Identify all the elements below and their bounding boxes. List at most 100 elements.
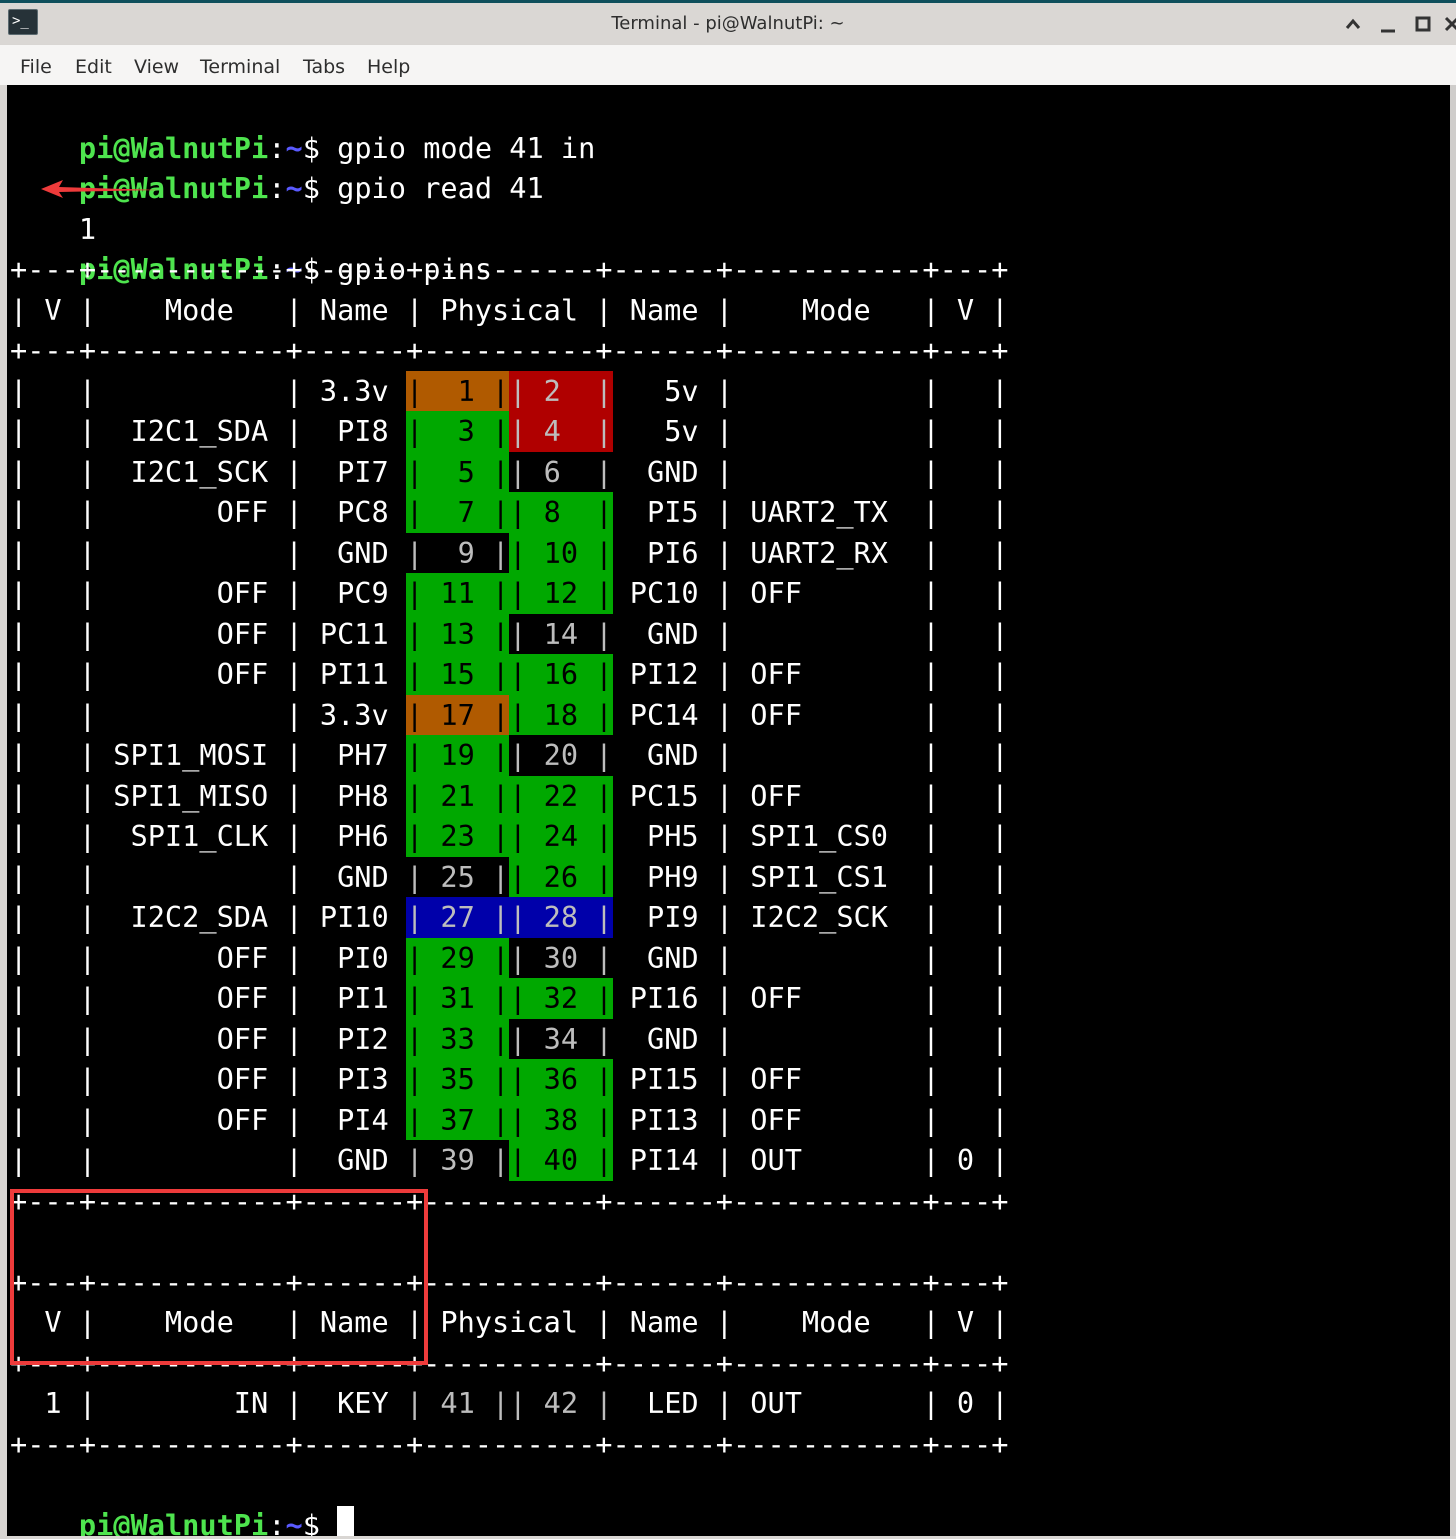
row-right-columns: GND | | | <box>612 738 1009 772</box>
row-left-columns: | | | GND <box>10 859 406 894</box>
row-left-columns: | | SPI1_MISO | PH8 <box>10 778 406 813</box>
row-left-columns: | | | GND <box>10 1143 406 1177</box>
menu-file[interactable]: File <box>20 56 52 78</box>
row-left-columns: | | OFF | PC11 <box>10 616 406 651</box>
row-right-columns: PI6 | UART2_RX | | <box>612 535 1009 570</box>
row-left-columns: | | OFF | PI11 <box>10 657 406 691</box>
menu-bar: File Edit View Terminal Tabs Help <box>0 45 1456 88</box>
shade-button[interactable] <box>1340 11 1366 37</box>
physical-pin-left: | 25 | <box>405 859 510 894</box>
physical-pin-right: | 4 | <box>509 411 613 452</box>
physical-pin-left: | 3 | <box>405 411 510 452</box>
physical-pin-right: | 32 | <box>509 978 613 1019</box>
table-row: | | OFF | PI2 | 33 || 34 | GND | | | <box>10 1018 1009 1059</box>
title-bar[interactable]: >_ Terminal - pi@WalnutPi: ~ <box>0 3 1456 44</box>
row-right-columns: PH9 | SPI1_CS1 | | <box>612 859 1009 894</box>
physical-pin-right: | 24 | <box>509 816 613 857</box>
physical-pin-right: | 22 | <box>509 775 613 816</box>
row-right-columns: PI13 | OFF | | <box>612 1102 1009 1137</box>
minimize-button[interactable] <box>1375 11 1401 37</box>
close-icon <box>1444 16 1456 32</box>
table-border: +---+-----------+------+----------+-----… <box>10 1345 1009 1380</box>
window-title: Terminal - pi@WalnutPi: ~ <box>611 13 845 34</box>
physical-pin-right: | 34 | <box>509 1021 613 1056</box>
physical-pin-right: | 8 | <box>509 492 613 533</box>
physical-pin-right: | 40 | <box>509 1140 613 1181</box>
maximize-button[interactable] <box>1410 11 1436 37</box>
physical-pin-right: | 18 | <box>509 694 613 735</box>
red-arrow-annotation-icon <box>41 180 159 198</box>
physical-pin-left: | 23 | <box>405 816 510 857</box>
menu-help[interactable]: Help <box>367 56 410 78</box>
prompt-colon: : <box>268 1507 286 1537</box>
table-row: | | I2C1_SCK | PI7 | 5 || 6 | GND | | | <box>10 451 1009 492</box>
row-left-columns: | | | GND <box>10 535 406 570</box>
terminal-output[interactable]: pi@WalnutPi:~$ gpio mode 41 in pi@Walnut… <box>7 85 1450 1536</box>
row-left-columns: | | OFF | PI3 <box>10 1062 406 1096</box>
physical-pin-right: | 2 | <box>509 370 613 411</box>
row-left-columns: | | OFF | PI4 <box>10 1102 406 1137</box>
row-right-columns: PI12 | OFF | | <box>612 657 1009 691</box>
maximize-icon <box>1415 16 1431 32</box>
prompt-path: ~ <box>285 171 303 205</box>
menu-terminal[interactable]: Terminal <box>200 56 280 78</box>
physical-pin-right: | 14 | <box>509 616 613 651</box>
physical-pin-right: | 16 | <box>509 654 613 695</box>
table-row: | | I2C2_SDA | PI10 | 27 || 28 | PI9 | I… <box>10 897 1009 938</box>
active-prompt-line[interactable]: pi@WalnutPi:~$ <box>10 1464 355 1536</box>
row-left-columns: | | I2C1_SCK | PI7 <box>10 454 406 489</box>
prompt-colon: : <box>268 171 286 205</box>
physical-pin-left: | 37 | <box>405 1099 510 1140</box>
row-left-columns: | | SPI1_MOSI | PH7 <box>10 738 406 772</box>
close-button[interactable] <box>1442 11 1456 37</box>
table-row: | | OFF | PI4 | 37 || 38 | PI13 | OFF | … <box>10 1099 1009 1140</box>
row-left-columns: | | OFF | PC8 <box>10 495 406 529</box>
table-row: | | OFF | PI1 | 31 || 32 | PI16 | OFF | … <box>10 978 1009 1019</box>
row-right-columns: PI15 | OFF | | <box>612 1062 1009 1096</box>
row-right-columns: 5v | | | <box>612 414 1009 448</box>
physical-pin-left: | 7 | <box>405 492 510 533</box>
physical-pin-left: | 19 | <box>405 735 510 776</box>
physical-pin-left: | 1 | <box>405 370 510 411</box>
prompt-dollar: $ <box>302 171 338 205</box>
row-left-columns: 1 | IN | KEY <box>10 1386 406 1420</box>
row-right-columns: PC14 | OFF | | <box>612 697 1009 732</box>
physical-pin-right: | 12 | <box>509 573 613 614</box>
table-row: | | OFF | PI3 | 35 || 36 | PI15 | OFF | … <box>10 1059 1009 1100</box>
table-row: | | SPI1_CLK | PH6 | 23 || 24 | PH5 | SP… <box>10 816 1009 857</box>
table-row: | | OFF | PI11 | 15 || 16 | PI12 | OFF |… <box>10 654 1009 695</box>
menu-edit[interactable]: Edit <box>75 56 112 78</box>
physical-pin-left: | 31 | <box>405 978 510 1019</box>
physical-pin-right: | 6 | <box>509 454 613 489</box>
physical-pin-left: | 15 | <box>405 654 510 695</box>
row-left-columns: | | SPI1_CLK | PH6 <box>10 819 406 853</box>
menu-tabs[interactable]: Tabs <box>303 56 345 78</box>
row-left-columns: | | OFF | PI0 <box>10 940 406 975</box>
physical-pins: | 41 || 42 | <box>405 1386 613 1420</box>
scrollbar[interactable] <box>1450 85 1456 1536</box>
physical-pin-left: | 35 | <box>405 1059 510 1100</box>
physical-pin-right: | 30 | <box>509 940 613 975</box>
row-right-columns: PH5 | SPI1_CS0 | | <box>612 819 1009 853</box>
physical-pin-right: | 26 | <box>509 856 613 897</box>
table-row: | | SPI1_MOSI | PH7 | 19 || 20 | GND | |… <box>10 735 1009 776</box>
table-border: +---+-----------+------+----------+-----… <box>10 1264 1009 1299</box>
row-right-columns: PI16 | OFF | | <box>612 981 1009 1015</box>
table-row: | | OFF | PC11 | 13 || 14 | GND | | | <box>10 613 1009 654</box>
command-line: pi@WalnutPi:~$ gpio mode 41 in <box>10 87 595 165</box>
physical-pin-right: | 38 | <box>509 1099 613 1140</box>
row-right-columns: PI9 | I2C2_SCK | | <box>612 900 1009 934</box>
physical-pin-left: | 13 | <box>405 613 510 654</box>
menu-view[interactable]: View <box>134 56 179 78</box>
table-header: | V | Mode | Name | Physical | Name | Mo… <box>10 292 1009 327</box>
text-cursor <box>337 1505 355 1536</box>
prompt-user-host: pi@WalnutPi <box>78 1507 269 1537</box>
row-left-columns: | | I2C1_SDA | PI8 <box>10 414 406 448</box>
physical-pin-left: | 39 | <box>405 1143 510 1177</box>
table-row: | | SPI1_MISO | PH8 | 21 || 22 | PC15 | … <box>10 775 1009 816</box>
table-row: | | | 3.3v | 17 || 18 | PC14 | OFF | | <box>10 694 1009 735</box>
physical-pin-left: | 5 | <box>405 451 510 492</box>
command-line: pi@WalnutPi:~$ gpio pins <box>10 209 492 286</box>
row-left-columns: | | | 3.3v <box>10 373 406 408</box>
physical-pin-right: | 36 | <box>509 1059 613 1100</box>
